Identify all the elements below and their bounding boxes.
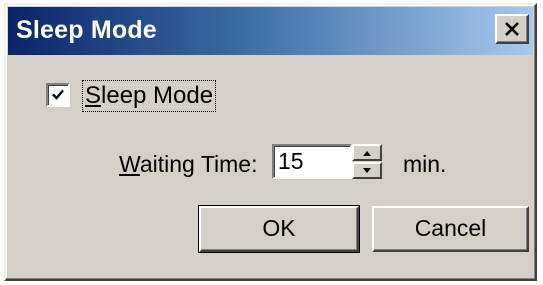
- sleep-mode-accesskey: S: [85, 82, 102, 109]
- waiting-time-accesskey: W: [119, 151, 140, 177]
- title-bar[interactable]: Sleep Mode: [8, 7, 533, 55]
- sleep-mode-label-text: leep Mode: [101, 82, 214, 109]
- waiting-time-label: Waiting Time:: [119, 151, 257, 178]
- close-icon: [505, 22, 519, 36]
- checkmark-icon: [52, 89, 64, 100]
- cancel-button[interactable]: Cancel: [372, 206, 529, 252]
- sleep-mode-dialog: Sleep Mode Sleep Mode Waiting Time: m: [4, 3, 537, 281]
- ok-button[interactable]: OK: [198, 205, 360, 253]
- arrow-down-icon: [363, 168, 371, 173]
- waiting-time-spinner[interactable]: [352, 144, 382, 179]
- dialog-title: Sleep Mode: [16, 16, 157, 44]
- sleep-mode-label[interactable]: Sleep Mode: [82, 80, 217, 112]
- close-button[interactable]: [495, 14, 529, 44]
- waiting-time-input[interactable]: [272, 144, 352, 179]
- spin-down-button[interactable]: [352, 162, 382, 179]
- sleep-mode-checkbox[interactable]: [46, 83, 70, 107]
- unit-label: min.: [403, 151, 447, 177]
- spin-up-button[interactable]: [352, 144, 382, 161]
- arrow-up-icon: [363, 151, 371, 156]
- waiting-time-label-text: aiting Time:: [139, 151, 258, 177]
